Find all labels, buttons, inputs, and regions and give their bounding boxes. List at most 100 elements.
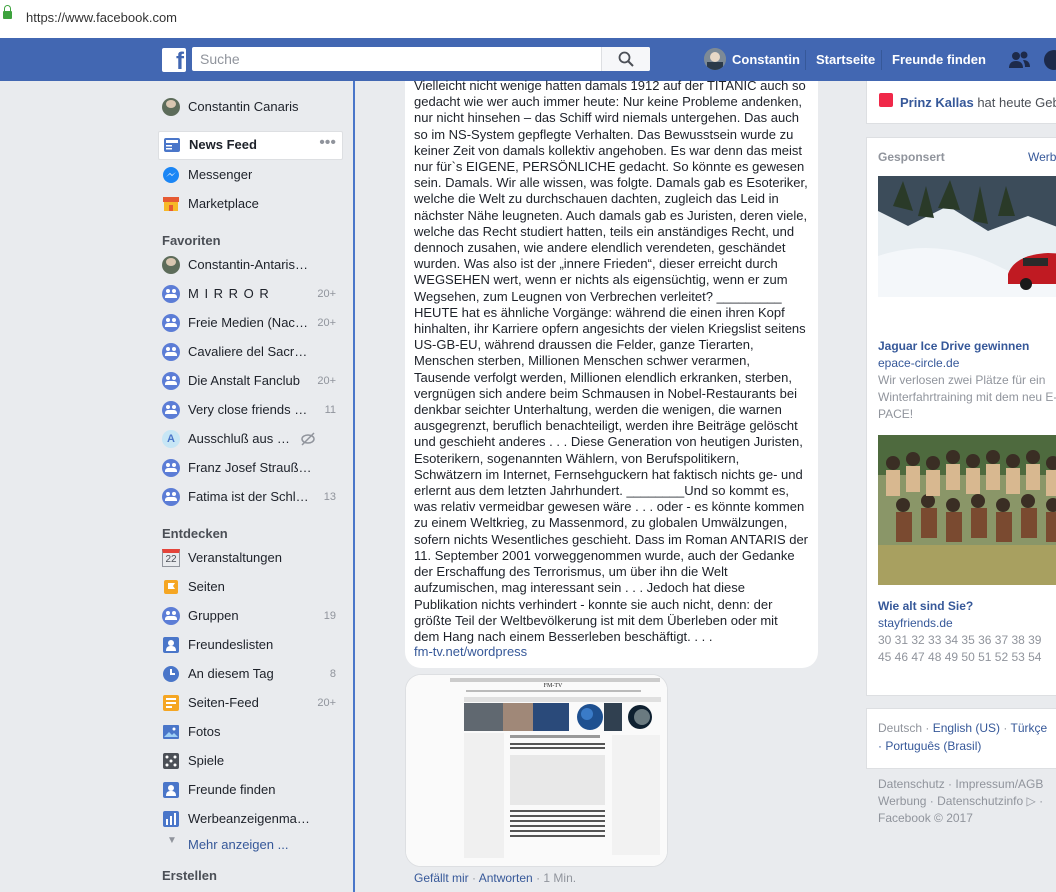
games-icon [163, 753, 179, 769]
language-separator: · [1000, 721, 1011, 735]
language-link[interactable]: Português (Brasil) [885, 739, 981, 753]
sidebar-item-news-feed[interactable]: News Feed ••• [158, 131, 343, 160]
birthday-name[interactable]: Prinz Kallas [900, 95, 974, 110]
sidebar-item-count: 20+ [317, 288, 336, 300]
search-button[interactable] [601, 47, 650, 71]
sidebar-item-favorite[interactable]: Franz Josef Strauß … [158, 455, 342, 481]
sidebar-item-label: Werbeanzeigenma… [188, 811, 310, 826]
sidebar-item-events[interactable]: 22 Veranstaltungen [158, 545, 342, 571]
sidebar-item-label: Spiele [188, 753, 225, 768]
sponsored-heading: Gesponsert [878, 150, 945, 164]
sidebar-item-groups[interactable]: Gruppen 19 [158, 603, 342, 629]
column-divider [353, 81, 355, 892]
sidebar-item-marketplace[interactable]: Marketplace [158, 191, 342, 217]
age-numbers-row[interactable]: 30 31 32 33 34 35 36 37 38 39 [878, 632, 1056, 649]
sidebar-item-label: An diesem Tag [188, 666, 274, 681]
ad-title[interactable]: Wie alt sind Sie? [878, 599, 973, 613]
facebook-logo-icon[interactable]: f [162, 48, 186, 75]
more-options-icon[interactable]: ••• [319, 134, 336, 152]
post-link[interactable]: fm-tv.net/wordpress [414, 644, 527, 659]
friend-list-icon [163, 637, 179, 653]
language-link[interactable]: English (US) [933, 721, 1000, 735]
sidebar-item-photos[interactable]: Fotos [158, 719, 342, 745]
ads-manager-icon [163, 811, 179, 827]
current-language: Deutsch · [878, 721, 933, 735]
footer-line[interactable]: Datenschutz · Impressum/AGB [878, 776, 1043, 793]
sidebar-item-favorite[interactable]: A Ausschluß aus … [158, 426, 342, 452]
sidebar-item-friend-lists[interactable]: Freundeslisten [158, 632, 342, 658]
sidebar-item-ads-manager[interactable]: Werbeanzeigenma… [158, 806, 342, 832]
sidebar-item-label: Cavaliere del Sacro… [188, 344, 312, 359]
group-icon [162, 488, 180, 506]
sidebar-item-label: Gruppen [188, 608, 239, 623]
post-actions: Gefällt mir · Antworten · 1 Min. [414, 871, 576, 885]
search-input[interactable] [192, 47, 608, 71]
link-preview-thumbnail[interactable]: FM-TV [405, 674, 668, 867]
ad-image-stayfriends[interactable] [878, 435, 1056, 585]
browser-address-bar[interactable]: https://www.facebook.com [0, 0, 1056, 39]
flag-icon [164, 580, 178, 594]
sidebar-item-favorite[interactable]: Fatima ist der Schl… 13 [158, 484, 342, 510]
ad-title[interactable]: Jaguar Ice Drive gewinnen [878, 339, 1029, 353]
post-card: Vielleicht nicht wenige hatten damals 19… [405, 78, 818, 668]
favorites-heading: Favoriten [162, 233, 221, 248]
user-avatar[interactable] [704, 48, 726, 70]
sidebar-item-pages-feed[interactable]: Seiten-Feed 20+ [158, 690, 342, 716]
like-link[interactable]: Gefällt mir [414, 871, 469, 885]
gift-icon [879, 93, 893, 107]
post-timestamp: 1 Min. [543, 871, 577, 885]
sidebar-item-label: Die Anstalt Fanclub [188, 373, 301, 388]
sidebar-item-favorite[interactable]: M I R R O R 20+ [158, 281, 342, 307]
create-heading: Erstellen [162, 868, 217, 883]
birthday-card[interactable]: Prinz Kallas hat heute Geb [866, 81, 1056, 124]
reply-link[interactable]: Antworten [479, 871, 533, 885]
sidebar-item-count: 19 [323, 610, 336, 622]
group-icon [162, 343, 180, 361]
sidebar-item-label: Very close friends … [188, 402, 308, 417]
sidebar-item-label: Messenger [188, 167, 253, 182]
sidebar-item-favorite[interactable]: Freie Medien (Nach… 20+ [158, 310, 342, 336]
sidebar-item-games[interactable]: Spiele [158, 748, 342, 774]
website-screenshot-image: FM-TV [406, 675, 667, 866]
find-friends-link[interactable]: Freunde finden [892, 52, 986, 67]
language-link[interactable]: Türkçe [1011, 721, 1048, 735]
sidebar-item-label: Ausschluß aus … [188, 431, 290, 446]
sidebar-item-count: 8 [329, 668, 336, 680]
action-separator: · [532, 871, 544, 885]
sidebar-item-label: Franz Josef Strauß … [188, 460, 312, 475]
ad-domain[interactable]: epace-circle.de [878, 356, 959, 370]
age-numbers-row[interactable]: 45 46 47 48 49 50 51 52 53 54 [878, 649, 1056, 666]
sidebar-show-more[interactable]: ▼ Mehr anzeigen ... [158, 832, 342, 858]
profile-link[interactable]: Constantin [732, 52, 800, 67]
sidebar-item-label: Marketplace [188, 196, 259, 211]
sidebar-item-on-this-day[interactable]: An diesem Tag 8 [158, 661, 342, 687]
messenger-icon[interactable] [1042, 50, 1056, 70]
marketplace-icon [163, 197, 179, 211]
home-link[interactable]: Startseite [816, 52, 875, 67]
create-ad-link[interactable]: Werb [1028, 150, 1056, 164]
sidebar-item-pages[interactable]: Seiten [158, 574, 342, 600]
group-icon [162, 459, 180, 477]
ad-image-jaguar[interactable] [878, 176, 1056, 297]
profile-avatar [162, 98, 180, 116]
search-icon [618, 51, 634, 67]
sidebar-profile[interactable]: Constantin Canaris [158, 94, 342, 120]
friend-requests-icon[interactable] [1008, 50, 1032, 70]
url-text[interactable]: https://www.facebook.com [26, 10, 177, 25]
birthday-text: hat heute Geb [973, 95, 1056, 110]
sidebar-item-label: News Feed [189, 137, 257, 152]
sidebar-item-find-friends[interactable]: Freunde finden [158, 777, 342, 803]
sidebar-item-favorite[interactable]: Die Anstalt Fanclub 20+ [158, 368, 342, 394]
sidebar-item-favorite[interactable]: Cavaliere del Sacro… [158, 339, 342, 365]
sidebar-item-label: Fatima ist der Schl… [188, 489, 309, 504]
ad-domain[interactable]: stayfriends.de [878, 616, 953, 630]
eye-slash-icon [301, 432, 315, 446]
sidebar-item-messenger[interactable]: Messenger [158, 162, 342, 188]
footer-line[interactable]: Werbung · Datenschutzinfo ▷ · [878, 793, 1043, 810]
sidebar-item-label: M I R R O R [188, 286, 270, 301]
group-icon [162, 285, 180, 303]
sidebar-item-favorite[interactable]: Very close friends … 11 [158, 397, 342, 423]
ad-description: Wir verlosen zwei Plätze für ein Winterf… [878, 373, 1056, 421]
sidebar-item-favorite[interactable]: Constantin-Antaris… [158, 252, 342, 278]
search-bar [192, 47, 650, 71]
